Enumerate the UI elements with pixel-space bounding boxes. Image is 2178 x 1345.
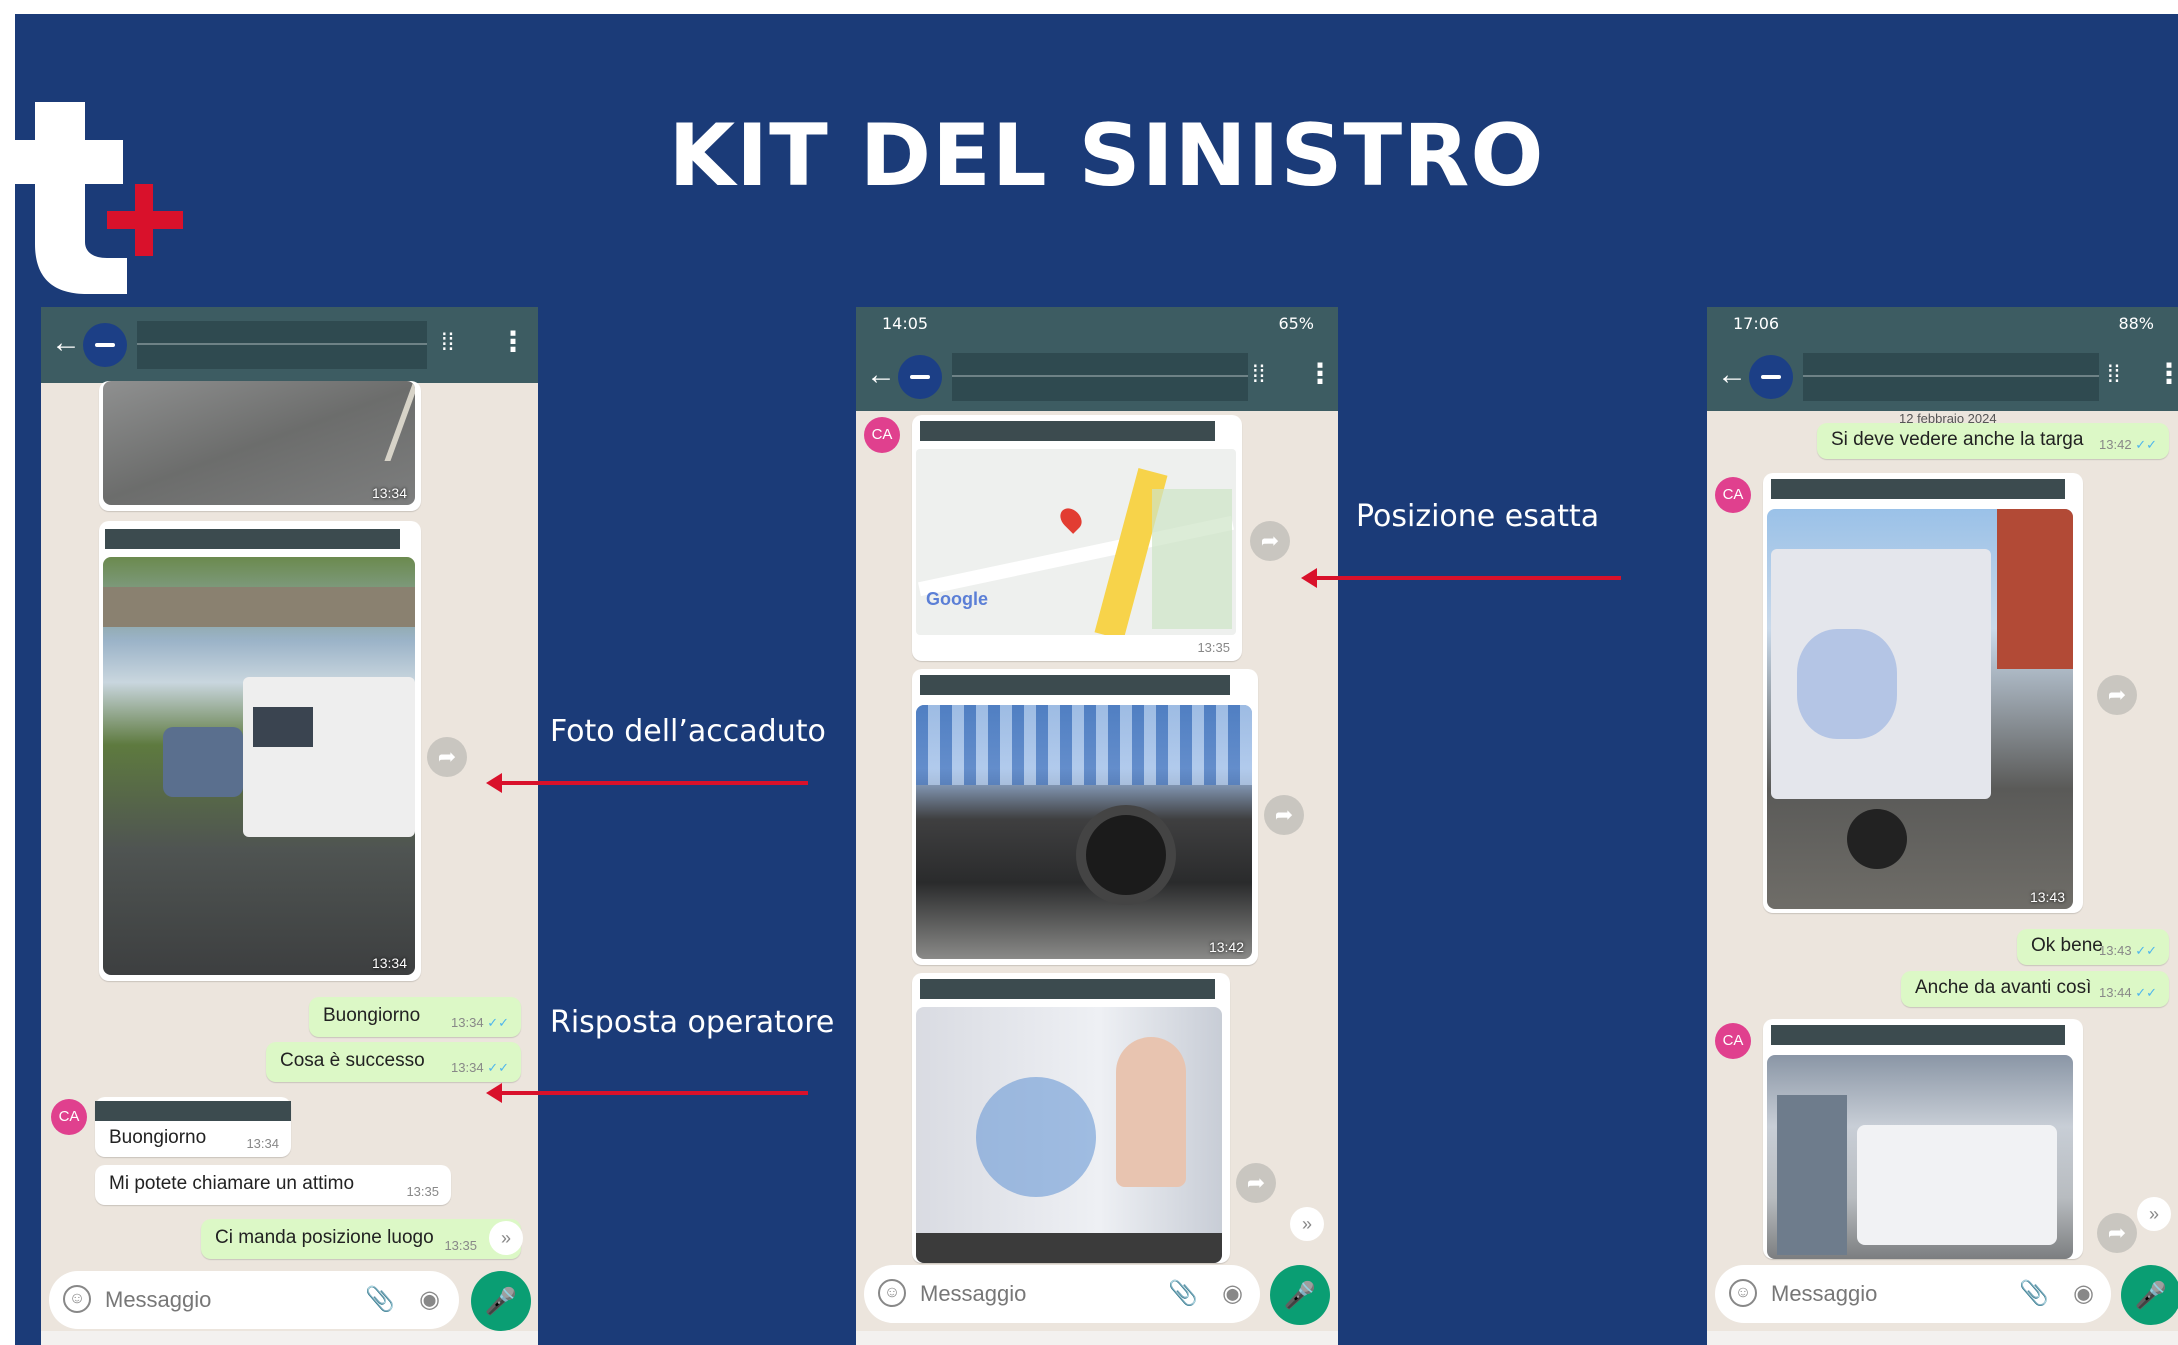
outgoing-message: Ok bene 13:43 ✓✓ <box>2017 929 2169 965</box>
outgoing-message: Buongiorno 13:34 ✓✓ <box>309 997 521 1037</box>
back-arrow-icon[interactable]: ← <box>1717 359 1749 391</box>
image-timestamp: 13:34 <box>371 485 407 501</box>
image-message: 13:34 <box>99 521 421 981</box>
chat-header: ← ⁞⁞ ⋮ <box>41 307 538 383</box>
annotation-arrow-foto <box>486 773 808 793</box>
back-arrow-icon[interactable]: ← <box>866 359 898 391</box>
emoji-icon[interactable]: ☺ <box>1729 1279 1757 1307</box>
message-input[interactable]: ☺ Messaggio 📎 ◉ <box>49 1271 459 1329</box>
message-placeholder: Messaggio <box>105 1287 212 1312</box>
kebab-menu-icon[interactable]: ⋮ <box>499 325 527 358</box>
redacted-sender <box>1771 1025 2065 1045</box>
annotation-arrow-risposta <box>486 1083 808 1103</box>
image-message <box>1763 1019 2083 1259</box>
google-logo: Google <box>926 589 988 609</box>
message-placeholder: Messaggio <box>1771 1281 1878 1306</box>
attach-icon[interactable]: 📎 <box>1168 1279 1198 1308</box>
incoming-message: Mi potete chiamare un attimo 13:35 <box>95 1165 451 1205</box>
image-message: 13:43 <box>1763 473 2083 913</box>
status-bar: 17:06 88% <box>1707 307 2178 339</box>
outgoing-message: Cosa è successo 13:34 ✓✓ <box>266 1042 521 1082</box>
whatsapp-chat-2: 14:05 65% ← ⁞⁞ ⋮ CA Google 13:35 ➦ 13:42… <box>856 307 1338 1345</box>
van-rear-photo[interactable]: 13:43 <box>1767 509 2073 909</box>
sender-avatar[interactable]: CA <box>1715 477 1751 513</box>
location-map[interactable]: Google <box>916 449 1236 635</box>
camera-icon[interactable]: ◉ <box>1222 1279 1243 1308</box>
annotation-foto: Foto dell’accaduto <box>550 714 826 749</box>
mic-icon[interactable]: 🎤 <box>1270 1265 1330 1325</box>
annotation-arrow-posizione <box>1301 568 1621 588</box>
back-arrow-icon[interactable]: ← <box>51 327 83 359</box>
mic-icon[interactable]: 🎤 <box>471 1271 531 1331</box>
van-front-photo[interactable] <box>1767 1055 2073 1259</box>
image-timestamp: 13:43 <box>2029 889 2065 905</box>
redacted-sender <box>105 529 400 549</box>
image-message: 13:34 <box>99 381 421 511</box>
forward-icon[interactable]: ➦ <box>1250 521 1290 561</box>
slide: KIT DEL SINISTRO ← ⁞⁞ ⋮ 13:34 13:34 ➦ Bu… <box>15 14 2178 1345</box>
annotation-risposta: Risposta operatore <box>550 1005 835 1040</box>
whatsapp-chat-3: 17:06 88% ← ⁞⁞ ⋮ 12 febbraio 2024 Si dev… <box>1707 307 2178 1345</box>
scroll-down-icon[interactable]: » <box>1290 1207 1324 1241</box>
outgoing-message: Anche da avanti così 13:44 ✓✓ <box>1901 971 2169 1007</box>
redacted-contact-name <box>1803 353 2099 401</box>
forward-icon[interactable]: ➦ <box>2097 675 2137 715</box>
slide-title: KIT DEL SINISTRO <box>668 106 1545 206</box>
location-message: Google 13:35 <box>912 415 1242 661</box>
audio-wave-icon[interactable]: ⁞⁞ <box>1252 361 1265 389</box>
truck-damage-photo[interactable]: 13:42 <box>916 705 1252 959</box>
android-nav-bar <box>1707 1331 2178 1345</box>
audio-wave-icon[interactable]: ⁞⁞ <box>2107 361 2120 389</box>
annotation-posizione: Posizione esatta <box>1356 499 1600 534</box>
emoji-icon[interactable]: ☺ <box>63 1285 91 1313</box>
redacted-sender <box>95 1101 291 1121</box>
road-photo[interactable]: 13:34 <box>103 381 415 505</box>
kebab-menu-icon[interactable]: ⋮ <box>2155 357 2178 390</box>
redacted-contact-name <box>137 321 427 369</box>
redacted-contact-name <box>952 353 1248 401</box>
message-input[interactable]: ☺ Messaggio 📎 ◉ <box>864 1265 1260 1323</box>
attach-icon[interactable]: 📎 <box>365 1285 395 1314</box>
attach-icon[interactable]: 📎 <box>2019 1279 2049 1308</box>
scroll-down-icon[interactable]: » <box>2137 1197 2171 1231</box>
van-side-photo[interactable] <box>916 1007 1222 1263</box>
sender-avatar[interactable]: CA <box>51 1099 87 1135</box>
chat-header: ← ⁞⁞ ⋮ <box>856 339 1338 411</box>
contact-avatar[interactable] <box>898 355 942 399</box>
kebab-menu-icon[interactable]: ⋮ <box>1306 357 1334 390</box>
sender-avatar[interactable]: CA <box>1715 1023 1751 1059</box>
chat-header: ← ⁞⁞ ⋮ <box>1707 339 2178 411</box>
android-nav-bar <box>856 1331 1338 1345</box>
image-message <box>912 973 1230 1263</box>
forward-icon[interactable]: ➦ <box>2097 1213 2137 1253</box>
contact-avatar[interactable] <box>83 323 127 367</box>
redacted-sender <box>1771 479 2065 499</box>
forward-icon[interactable]: ➦ <box>1236 1163 1276 1203</box>
status-bar: 14:05 65% <box>856 307 1338 339</box>
image-timestamp: 13:42 <box>1208 939 1244 955</box>
redacted-sender <box>920 675 1230 695</box>
image-message: 13:42 <box>912 669 1258 965</box>
mic-icon[interactable]: 🎤 <box>2121 1265 2178 1325</box>
scroll-down-icon[interactable]: » <box>489 1221 523 1255</box>
camera-icon[interactable]: ◉ <box>419 1285 440 1314</box>
audio-wave-icon[interactable]: ⁞⁞ <box>441 329 454 357</box>
accident-photo[interactable]: 13:34 <box>103 557 415 975</box>
message-input[interactable]: ☺ Messaggio 📎 ◉ <box>1715 1265 2111 1323</box>
whatsapp-chat-1: ← ⁞⁞ ⋮ 13:34 13:34 ➦ Buongiorno 13:34 ✓✓… <box>41 307 538 1345</box>
redacted-sender <box>920 421 1215 441</box>
message-placeholder: Messaggio <box>920 1281 1027 1306</box>
sender-avatar[interactable]: CA <box>864 417 900 453</box>
contact-avatar[interactable] <box>1749 355 1793 399</box>
incoming-message: Buongiorno 13:34 <box>95 1097 291 1157</box>
emoji-icon[interactable]: ☺ <box>878 1279 906 1307</box>
redacted-sender <box>920 979 1215 999</box>
android-nav-bar <box>41 1331 538 1345</box>
outgoing-message: Ci manda posizione luogo 13:35 <box>201 1219 521 1259</box>
outgoing-message: Si deve vedere anche la targa 13:42 ✓✓ <box>1817 423 2169 459</box>
forward-icon[interactable]: ➦ <box>427 737 467 777</box>
image-timestamp: 13:34 <box>371 955 407 971</box>
camera-icon[interactable]: ◉ <box>2073 1279 2094 1308</box>
forward-icon[interactable]: ➦ <box>1264 795 1304 835</box>
